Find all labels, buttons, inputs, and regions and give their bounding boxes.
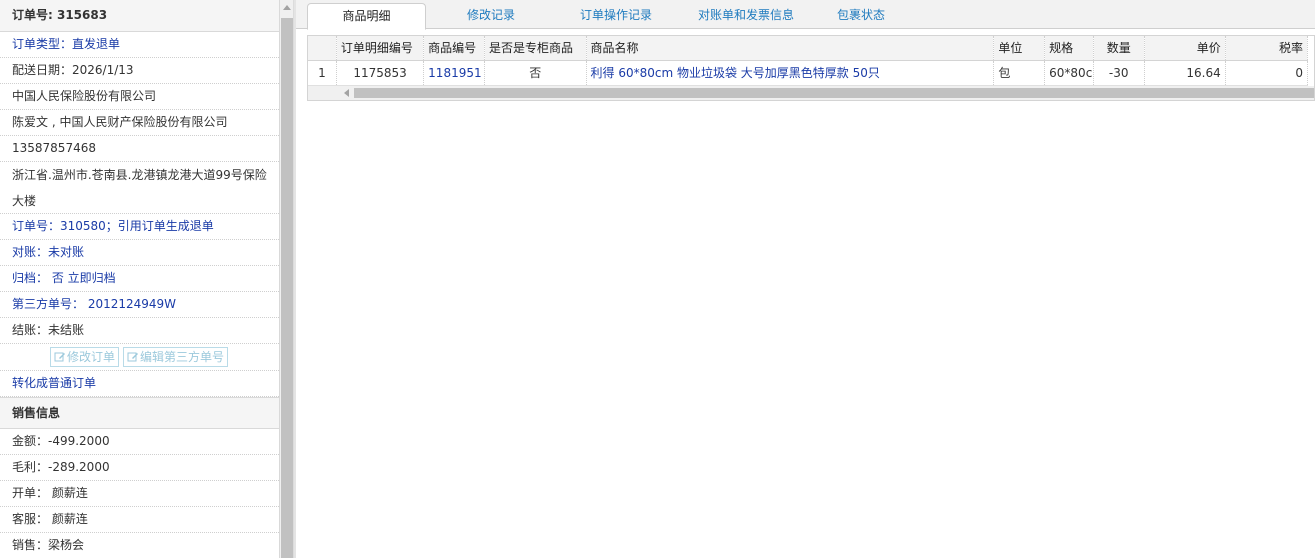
convert-to-normal-order-link[interactable]: 转化成普通订单 <box>0 371 279 397</box>
order-info-row: 陈爱文 , 中国人民财产保险股份有限公司 <box>0 110 279 136</box>
col-tax-rate[interactable]: 税率 <box>1225 36 1309 61</box>
edit-third-party-number-button[interactable]: 编辑第三方单号 <box>123 347 229 367</box>
tab-package-status[interactable]: 包裹状态 <box>811 3 911 29</box>
tab-bar: 商品明细 修改记录 订单操作记录 对账单和发票信息 包裹状态 <box>296 0 1315 30</box>
scrollbar-thumb[interactable] <box>281 18 293 558</box>
edit-icon <box>127 352 139 362</box>
order-status-row: 结账：未结账 <box>0 318 279 344</box>
action-buttons-row: 修改订单 编辑第三方单号 <box>0 344 279 371</box>
cell-rownum: 1 <box>308 60 337 86</box>
order-info-row: 中国人民保险股份有限公司 <box>0 84 279 110</box>
sales-info-row: 开单： 颜薪连 <box>0 481 279 507</box>
tab-edit-history[interactable]: 修改记录 <box>431 3 551 29</box>
left-panel-scrollbar[interactable] <box>280 0 296 558</box>
detail-panel: 商品明细 修改记录 订单操作记录 对账单和发票信息 包裹状态 订单明细编号 商品… <box>296 0 1315 558</box>
col-unit-price[interactable]: 单价 <box>1144 36 1226 61</box>
sales-info-row: 金额：-499.2000 <box>0 429 279 455</box>
col-unit[interactable]: 单位 <box>993 36 1046 61</box>
order-number-header: 订单号: 315683 <box>0 0 279 32</box>
table-header-row: 订单明细编号 商品编号 是否是专柜商品 商品名称 单位 规格 数量 单价 税率 <box>308 36 1309 61</box>
edit-icon <box>54 352 65 362</box>
product-detail-table: 订单明细编号 商品编号 是否是专柜商品 商品名称 单位 规格 数量 单价 税率 … <box>308 36 1309 86</box>
tab-order-operation-log[interactable]: 订单操作记录 <box>556 3 676 29</box>
col-spec[interactable]: 规格 <box>1044 36 1094 61</box>
sales-info-row: 客服： 颜薪连 <box>0 507 279 533</box>
scroll-up-arrow-icon[interactable] <box>283 5 291 10</box>
order-info-row: 配送日期：2026/1/13 <box>0 58 279 84</box>
horizontal-scrollbar-thumb[interactable] <box>354 88 1314 98</box>
cell-unit-price: 16.64 <box>1144 60 1226 86</box>
sales-info-row: 销售：梁杨会 <box>0 533 279 558</box>
col-counter-product[interactable]: 是否是专柜商品 <box>484 36 587 61</box>
order-info-panel: 订单号: 315683 订单类型：直发退单 配送日期：2026/1/13 中国人民保… <box>0 0 280 558</box>
cell-detail-id: 1175853 <box>336 60 425 86</box>
edit-order-label: 修改订单 <box>67 350 116 364</box>
order-status-row[interactable]: 归档： 否 立即归档 <box>0 266 279 292</box>
grid-horizontal-scrollbar[interactable] <box>308 86 1314 100</box>
col-detail-id[interactable]: 订单明细编号 <box>336 36 425 61</box>
sales-info-row: 毛利：-289.2000 <box>0 455 279 481</box>
col-quantity[interactable]: 数量 <box>1093 36 1145 61</box>
address-row: 浙江省.温州市.苍南县.龙港镇龙港大道99号保险大楼 <box>0 162 279 214</box>
cell-product-name-link[interactable]: 利得 60*80cm 物业垃圾袋 大号加厚黑色特厚款 50只 <box>586 60 995 86</box>
cell-counter-product: 否 <box>484 60 587 86</box>
product-detail-grid: 订单明细编号 商品编号 是否是专柜商品 商品名称 单位 规格 数量 单价 税率 … <box>307 35 1315 101</box>
cell-spec: 60*80cm <box>1044 60 1094 86</box>
cell-unit: 包 <box>993 60 1046 86</box>
col-product-id[interactable]: 商品编号 <box>423 36 486 61</box>
edit-order-button[interactable]: 修改订单 <box>50 347 120 367</box>
edit-third-party-label: 编辑第三方单号 <box>140 350 225 364</box>
scroll-left-arrow-icon[interactable] <box>344 89 349 97</box>
order-status-row[interactable]: 第三方单号： 2012124949W <box>0 292 279 318</box>
order-status-row[interactable]: 订单号：310580；引用订单生成退单 <box>0 214 279 240</box>
order-info-row[interactable]: 订单类型：直发退单 <box>0 32 279 58</box>
order-status-row[interactable]: 对账：未对账 <box>0 240 279 266</box>
sales-info-header: 销售信息 <box>0 397 279 429</box>
tab-product-detail[interactable]: 商品明细 <box>307 3 426 30</box>
col-rownum <box>308 36 337 61</box>
cell-tax-rate: 0 <box>1225 60 1309 86</box>
col-product-name[interactable]: 商品名称 <box>586 36 995 61</box>
order-detail-window: 订单号: 315683 订单类型：直发退单 配送日期：2026/1/13 中国人民保… <box>0 0 1315 558</box>
order-info-row: 13587857468 <box>0 136 279 162</box>
tab-statement-invoice[interactable]: 对账单和发票信息 <box>676 3 816 29</box>
cell-product-id-link[interactable]: 1181951 <box>423 60 486 86</box>
cell-quantity: -30 <box>1093 60 1145 86</box>
table-row[interactable]: 1 1175853 1181951 否 利得 60*80cm 物业垃圾袋 大号加… <box>308 60 1309 86</box>
